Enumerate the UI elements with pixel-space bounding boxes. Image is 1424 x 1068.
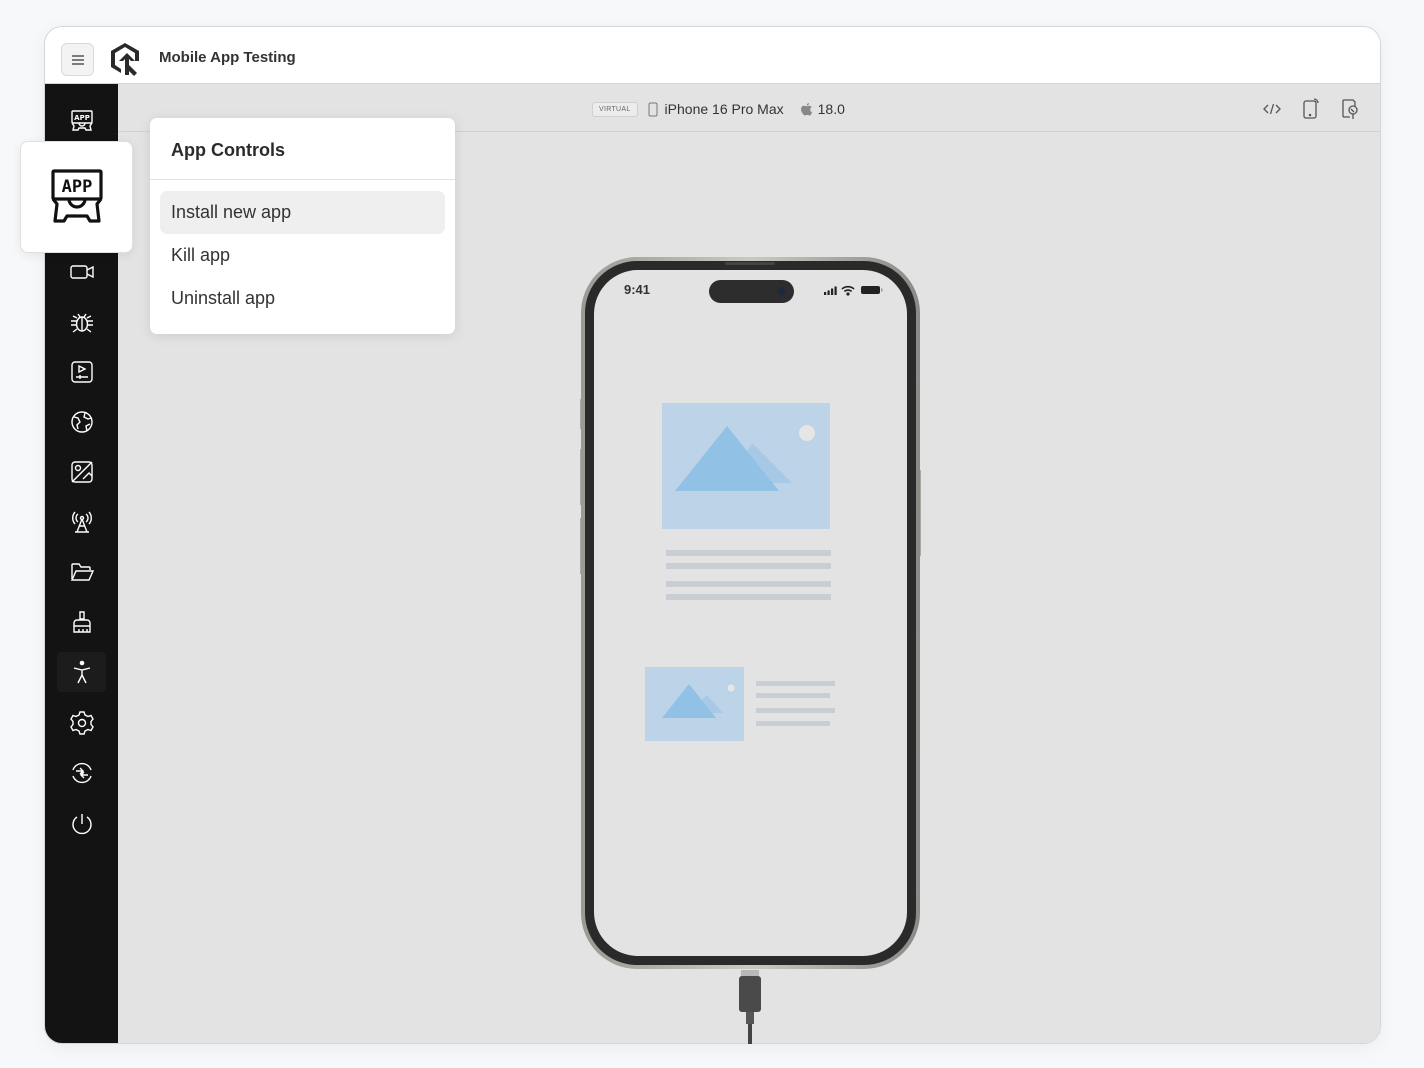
thumb-sun: [727, 684, 735, 692]
media-player-icon: [70, 361, 93, 383]
lambdatest-logo[interactable]: [109, 41, 143, 77]
sidebar-item-end-session[interactable]: [57, 804, 106, 844]
globe-icon: [70, 411, 93, 433]
sidebar-item-settings[interactable]: [57, 703, 106, 743]
developer-tools-button[interactable]: [1260, 97, 1284, 121]
sidebar-item-app-controls[interactable]: APP: [57, 101, 106, 141]
rotate-button[interactable]: [1299, 97, 1323, 121]
sidebar-item-clear-data[interactable]: [57, 602, 106, 642]
app-controls-icon: APP: [50, 169, 103, 223]
hero-sun: [799, 425, 815, 441]
text-line: [666, 581, 831, 587]
usb-cable: [739, 970, 761, 1044]
network-tower-icon: [71, 511, 92, 533]
kill-app-item[interactable]: Kill app: [160, 234, 445, 277]
status-time: 9:41: [624, 282, 650, 297]
sidebar-item-bug-report[interactable]: [57, 302, 106, 342]
bug-icon: [70, 313, 93, 333]
text-line: [666, 563, 831, 569]
svg-text:APP: APP: [74, 114, 90, 122]
device-info: VIRTUAL iPhone 16 Pro Max 18.0: [592, 101, 845, 117]
brush-icon: [72, 611, 91, 633]
apple-icon: [800, 102, 812, 115]
code-icon: [1263, 103, 1281, 115]
menu-title: App Controls: [171, 140, 285, 160]
sidebar-item-media[interactable]: [57, 352, 106, 392]
sidebar-item-image-injection[interactable]: [57, 452, 106, 492]
os-version: 18.0: [817, 101, 845, 117]
hamburger-icon: [71, 54, 84, 65]
svg-text:APP: APP: [61, 177, 92, 197]
app-title: Mobile App Testing: [159, 49, 296, 66]
titlebar: Mobile App Testing: [45, 27, 1380, 84]
sidebar-item-network[interactable]: [57, 502, 106, 542]
sidebar-item-switch-device[interactable]: [57, 753, 106, 793]
power-icon: [71, 814, 92, 835]
inspect-icon: [1342, 99, 1358, 119]
text-line: [666, 594, 831, 600]
virtual-badge: VIRTUAL: [592, 101, 638, 117]
text-line: [756, 721, 830, 726]
battery-icon: [861, 286, 883, 294]
menu-button[interactable]: [61, 43, 94, 76]
app-controls-tooltip-icon: APP: [20, 141, 133, 253]
image-location-icon: [70, 461, 93, 483]
sidebar-item-accessibility[interactable]: [57, 652, 106, 692]
front-camera: [778, 287, 786, 296]
install-new-app-item[interactable]: Install new app: [160, 191, 445, 234]
app-controls-menu: App Controls Install new app Kill app Un…: [150, 118, 455, 334]
speaker-grill: [725, 262, 775, 265]
device-name: iPhone 16 Pro Max: [664, 101, 784, 117]
switch-device-icon: [71, 762, 92, 784]
video-camera-icon: [69, 265, 94, 279]
accessibility-icon: [73, 660, 90, 684]
uninstall-app-item[interactable]: Uninstall app: [160, 277, 445, 320]
device-tools: [1260, 97, 1362, 121]
text-line: [756, 693, 830, 698]
text-line: [756, 708, 835, 713]
sidebar-item-geolocation[interactable]: [57, 402, 106, 442]
sidebar-item-files[interactable]: [57, 552, 106, 592]
sidebar-item-recording[interactable]: [57, 252, 106, 292]
app-controls-icon: APP: [70, 110, 93, 131]
phone-mockup: 9:41: [580, 257, 921, 969]
device-rotate-icon: [1303, 98, 1319, 119]
phone-screen: [594, 270, 907, 956]
gear-icon: [69, 711, 94, 735]
menu-divider: [150, 179, 455, 180]
folder-icon: [70, 563, 94, 581]
phone-icon: [648, 102, 658, 116]
text-line: [756, 681, 835, 686]
text-line: [666, 550, 831, 556]
inspector-button[interactable]: [1338, 97, 1362, 121]
